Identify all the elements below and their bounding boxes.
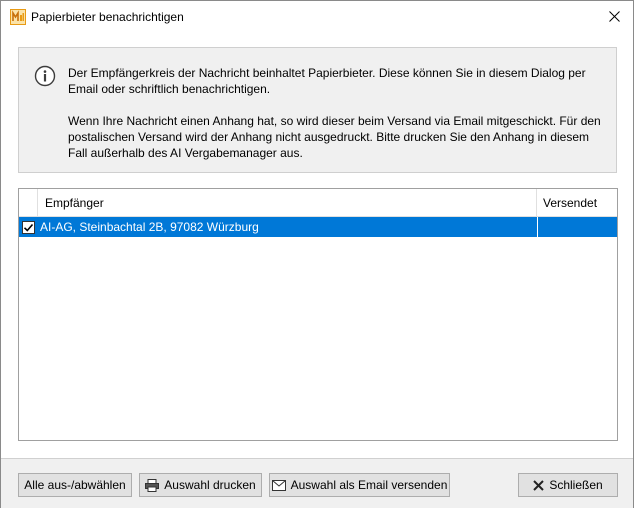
window-title: Papierbieter benachrichtigen [31, 10, 184, 24]
email-selection-label: Auswahl als Email versenden [290, 478, 448, 492]
table-header: Empfänger Versendet [19, 189, 617, 217]
info-message: Der Empfängerkreis der Nachricht beinhal… [68, 65, 608, 161]
header-select-column[interactable] [19, 189, 38, 217]
email-selection-button[interactable]: Auswahl als Email versenden [269, 473, 450, 497]
envelope-icon [271, 479, 286, 491]
close-icon [608, 10, 620, 22]
header-sent[interactable]: Versendet [537, 189, 617, 217]
info-paragraph-1: Der Empfängerkreis der Nachricht beinhal… [68, 66, 586, 96]
row-checkbox-cell[interactable] [19, 217, 38, 237]
toggle-all-label: Alle aus-/abwählen [24, 478, 126, 492]
printer-icon [145, 478, 160, 492]
close-button[interactable]: Schließen [518, 473, 618, 497]
print-selection-button[interactable]: Auswahl drucken [139, 473, 262, 497]
info-paragraph-2: Wenn Ihre Nachricht einen Anhang hat, so… [68, 114, 601, 160]
info-icon [34, 65, 56, 87]
info-panel: Der Empfängerkreis der Nachricht beinhal… [18, 47, 617, 173]
table-row[interactable]: AI-AG, Steinbachtal 2B, 97082 Würzburg [19, 217, 617, 237]
x-icon [533, 479, 545, 491]
print-selection-label: Auswahl drucken [164, 478, 256, 492]
dialog-window: Papierbieter benachrichtigen Der Empfäng… [0, 0, 634, 508]
checkmark-icon [23, 223, 34, 232]
title-bar[interactable]: Papierbieter benachrichtigen [1, 1, 633, 32]
close-label: Schließen [549, 478, 603, 492]
recipients-table: Empfänger Versendet AI-AG, Steinbachtal … [18, 188, 618, 441]
window-close-button[interactable] [595, 1, 633, 31]
header-recipient[interactable]: Empfänger [38, 189, 537, 217]
row-sent [537, 217, 617, 237]
app-logo-icon [10, 9, 26, 25]
row-recipient: AI-AG, Steinbachtal 2B, 97082 Würzburg [40, 220, 259, 234]
row-checkbox[interactable] [22, 220, 35, 234]
toggle-all-button[interactable]: Alle aus-/abwählen [18, 473, 132, 497]
button-bar: Alle aus-/abwählen Auswahl drucken Auswa… [1, 458, 633, 508]
